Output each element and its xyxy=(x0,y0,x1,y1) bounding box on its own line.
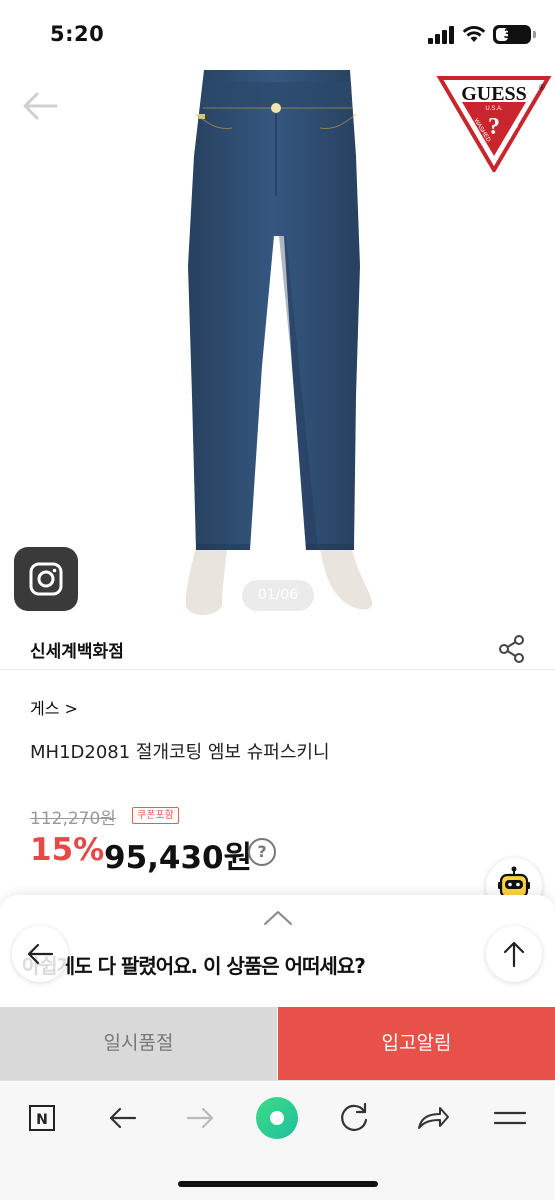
cellular-signal-icon xyxy=(428,26,454,44)
menu-icon[interactable] xyxy=(488,1096,532,1140)
arrow-up-icon xyxy=(503,941,525,968)
discount-rate: 15% xyxy=(30,832,105,868)
svg-text:®: ® xyxy=(539,83,545,92)
help-icon[interactable]: ? xyxy=(248,838,276,866)
instagram-button[interactable] xyxy=(14,547,78,611)
scroll-top-button[interactable] xyxy=(486,926,542,982)
coupon-badge: 쿠폰포함 xyxy=(132,807,179,824)
svg-text:N: N xyxy=(36,1112,48,1128)
product-title: MH1D2081 절개코팅 엠보 슈퍼스키니 xyxy=(30,742,330,763)
divider xyxy=(0,669,555,670)
green-circle-icon[interactable] xyxy=(255,1096,299,1140)
arrow-left-icon[interactable] xyxy=(101,1096,145,1140)
wifi-icon xyxy=(462,26,486,42)
svg-text:U.S.A.: U.S.A. xyxy=(485,106,503,112)
store-name[interactable]: 신세계백화점 xyxy=(30,637,124,662)
svg-text:GUESS: GUESS xyxy=(461,83,527,105)
battery-icon: 37 xyxy=(493,25,531,44)
image-page-indicator: 01/06 xyxy=(242,580,314,611)
battery-cap xyxy=(533,31,536,38)
forward-share-icon[interactable] xyxy=(410,1096,454,1140)
sale-price: 95,430원 xyxy=(104,840,253,876)
brand-link[interactable]: 게스 > xyxy=(30,695,78,719)
status-time: 5:20 xyxy=(50,22,105,46)
refresh-icon[interactable] xyxy=(332,1096,376,1140)
original-price: 112,270원 xyxy=(30,809,116,829)
floating-back-button[interactable] xyxy=(12,926,68,982)
battery-percent: 37 xyxy=(503,27,521,41)
chevron-up-icon[interactable] xyxy=(262,908,294,928)
home-indicator xyxy=(178,1181,378,1187)
sheet-message: 아쉽게도 다 팔렸어요. 이 상품은 어떠세요? xyxy=(22,954,366,978)
soldout-button[interactable]: 일시품절 xyxy=(0,1007,277,1080)
instagram-icon xyxy=(29,562,63,596)
status-bar: 5:20 37 xyxy=(0,0,555,66)
restock-alert-button[interactable]: 입고알림 xyxy=(278,1007,555,1080)
n-home-icon[interactable]: N xyxy=(20,1096,64,1140)
back-arrow-icon[interactable] xyxy=(20,88,60,124)
share-icon[interactable] xyxy=(498,634,526,664)
arrow-left-icon xyxy=(27,943,54,965)
arrow-right-icon[interactable] xyxy=(178,1096,222,1140)
guess-logo[interactable]: GUESS ® U.S.A. ? WASHED JEANS xyxy=(436,72,552,172)
